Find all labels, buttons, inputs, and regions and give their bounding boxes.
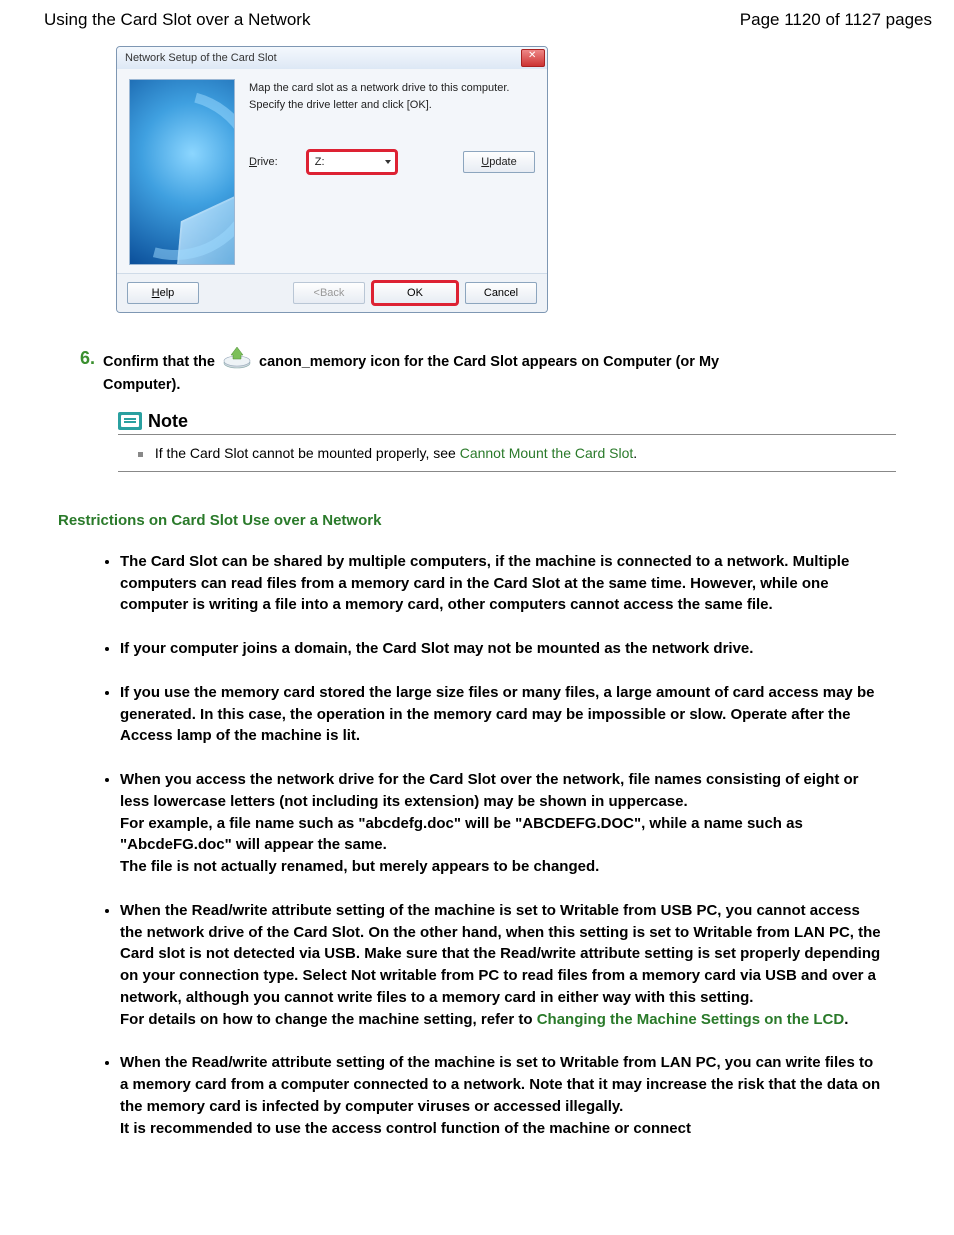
- back-button: <Back: [293, 282, 365, 304]
- drive-icon: [221, 349, 253, 371]
- help-button[interactable]: Help: [127, 282, 199, 304]
- step6-text-pre: Confirm that the: [103, 354, 215, 370]
- note-text: If the Card Slot cannot be mounted prope…: [155, 445, 460, 461]
- link-changing-settings[interactable]: Changing the Machine Settings on the LCD: [537, 1011, 845, 1028]
- restriction-item: When you access the network drive for th…: [120, 769, 894, 878]
- close-icon[interactable]: [521, 49, 545, 67]
- chevron-down-icon: [385, 160, 391, 164]
- dialog-title: Network Setup of the Card Slot: [125, 52, 277, 64]
- restriction-item: If your computer joins a domain, the Car…: [120, 638, 894, 660]
- update-button[interactable]: Update: [463, 151, 535, 173]
- restriction-item: When the Read/write attribute setting of…: [120, 1052, 894, 1139]
- note-dot: .: [633, 445, 637, 461]
- dialog-artwork: [129, 79, 235, 265]
- note-icon: [118, 412, 142, 430]
- note-heading: Note: [148, 411, 188, 432]
- dialog-instruction-2: Specify the drive letter and click [OK].: [249, 98, 535, 113]
- restrictions-heading: Restrictions on Card Slot Use over a Net…: [58, 512, 894, 529]
- drive-select[interactable]: Z:: [306, 149, 398, 175]
- note-link-cannot-mount[interactable]: Cannot Mount the Card Slot: [460, 445, 634, 461]
- network-setup-dialog: Network Setup of the Card Slot Map the c…: [116, 46, 548, 313]
- page-title: Using the Card Slot over a Network: [44, 10, 310, 30]
- ok-button[interactable]: OK: [371, 280, 459, 306]
- dialog-instruction-1: Map the card slot as a network drive to …: [249, 81, 535, 96]
- bullet-icon: [138, 452, 143, 457]
- drive-label: Drive:: [249, 156, 278, 168]
- restriction-item: If you use the memory card stored the la…: [120, 682, 894, 747]
- step-number: 6.: [80, 349, 95, 367]
- cancel-button[interactable]: Cancel: [465, 282, 537, 304]
- restriction-item: When the Read/write attribute setting of…: [120, 900, 894, 1031]
- restriction-item: The Card Slot can be shared by multiple …: [120, 551, 894, 616]
- drive-select-value: Z:: [315, 156, 325, 168]
- page-indicator: Page 1120 of 1127 pages: [740, 10, 932, 30]
